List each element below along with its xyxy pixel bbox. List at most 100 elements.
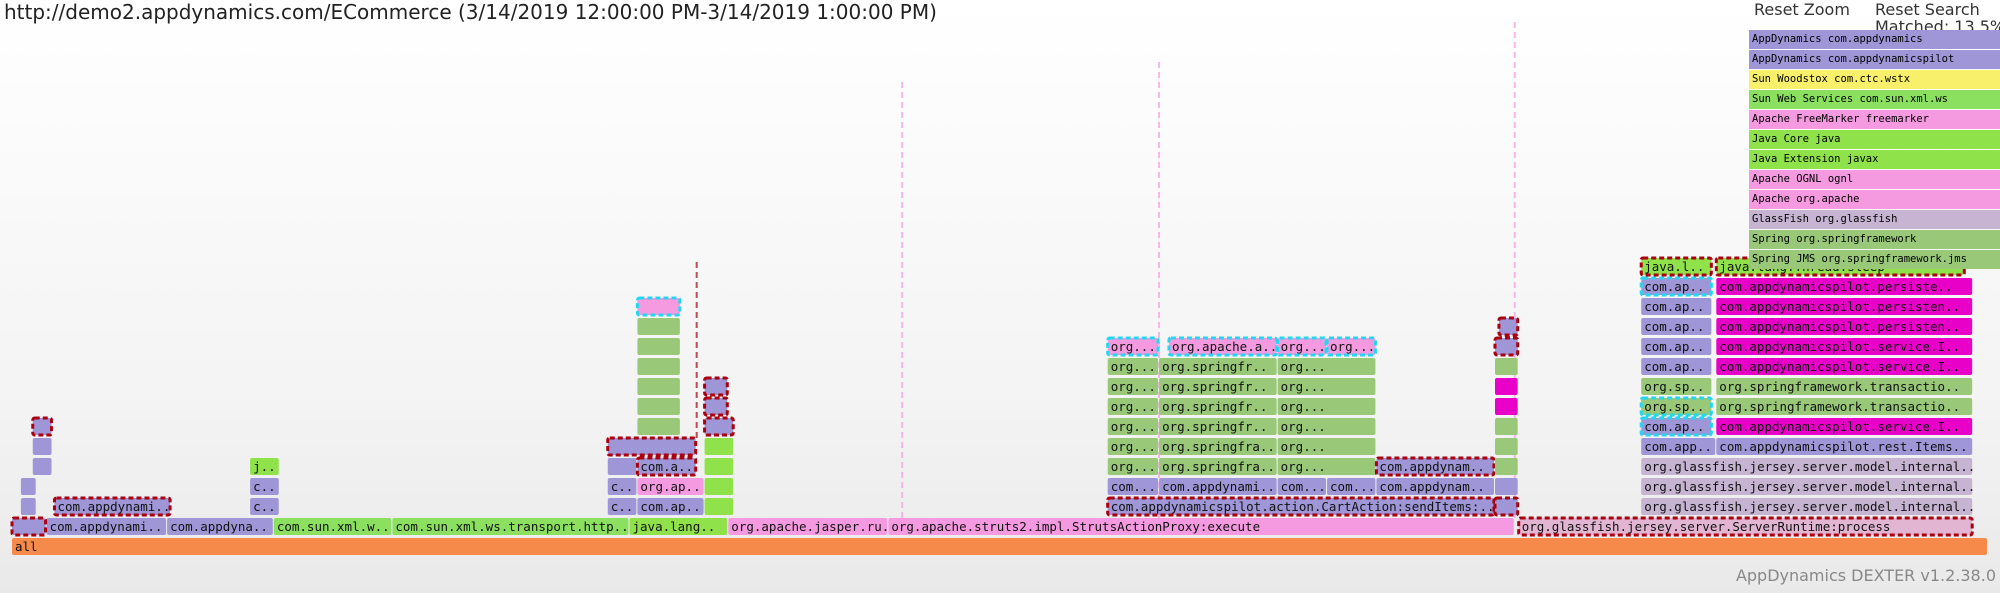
flame-frame[interactable]: com.ap..	[1641, 298, 1712, 315]
flame-frame[interactable]	[637, 358, 680, 375]
flame-frame-rect[interactable]	[1494, 378, 1518, 395]
flame-frame[interactable]: com.a..	[635, 456, 698, 477]
legend-item[interactable]: AppDynamics com.appdynamics	[1749, 30, 2000, 49]
flame-frame[interactable]: org.springfr..	[1159, 418, 1277, 435]
flame-frame-rect[interactable]	[703, 416, 735, 437]
flame-frame[interactable]: com.ap..	[637, 498, 704, 515]
flame-frame[interactable]	[32, 458, 52, 475]
flame-frame[interactable]	[20, 498, 36, 515]
flame-frame[interactable]: org.springfra..	[1159, 438, 1277, 455]
flame-frame[interactable]: com.ap..	[1639, 416, 1713, 437]
flame-frame[interactable]: org.springframework.transactio..	[1716, 398, 1973, 415]
flame-frame[interactable]: com.appdynami..	[52, 496, 172, 517]
flame-frame[interactable]	[1494, 378, 1518, 395]
flame-frame[interactable]: com.appdynamicspilot.service.I..	[1716, 338, 1973, 355]
flame-frame-rect[interactable]	[1493, 496, 1520, 517]
flame-frame-rect[interactable]	[635, 296, 682, 317]
flame-frame-rect[interactable]	[10, 516, 48, 537]
flame-frame[interactable]: org...	[1107, 378, 1159, 395]
flame-frame-rect[interactable]	[703, 376, 729, 397]
flame-frame-rect[interactable]	[32, 458, 52, 475]
flame-frame[interactable]	[1494, 398, 1518, 415]
flame-frame-rect[interactable]	[1493, 336, 1520, 357]
flame-frame-rect[interactable]	[20, 498, 36, 515]
flame-frame-rect[interactable]	[637, 378, 680, 395]
flame-frame[interactable]: com.appdynamicspilot.persiste..	[1716, 278, 1973, 295]
flame-frame[interactable]	[31, 416, 54, 437]
flame-frame[interactable]: com.appdynamicspilot.action.CartAction:s…	[1106, 496, 1496, 517]
flame-frame-rect[interactable]	[1494, 398, 1518, 415]
flame-frame[interactable]: org.springfr..	[1159, 378, 1277, 395]
flame-frame-rect[interactable]	[704, 478, 734, 495]
flame-frame[interactable]	[606, 436, 698, 457]
flame-frame[interactable]	[637, 398, 680, 415]
flame-frame[interactable]: org...	[1277, 398, 1376, 415]
flame-frame[interactable]	[703, 376, 729, 397]
flame-frame[interactable]: com.sun.xml.ws.transport.http..	[392, 518, 629, 535]
flame-frame[interactable]: com.ap..	[1639, 276, 1713, 297]
flame-frame[interactable]	[1493, 336, 1520, 357]
flame-frame[interactable]: org...	[1325, 336, 1377, 357]
flame-frame[interactable]: org.apache.jasper.ru..	[728, 518, 897, 535]
flame-frame[interactable]: com.appdynam..	[1374, 456, 1496, 477]
flame-frame[interactable]: org.apache.struts2.impl.StrutsActionProx…	[888, 518, 1514, 535]
flame-frame-rect[interactable]	[20, 478, 36, 495]
flame-frame-rect[interactable]	[704, 458, 734, 475]
flame-frame[interactable]: org.ap..	[637, 478, 704, 495]
flame-frame[interactable]: com.appdynami..	[46, 518, 167, 535]
legend-item[interactable]: Apache org.apache	[1749, 190, 2000, 209]
flame-frame[interactable]: c..	[250, 478, 279, 495]
flame-frame-rect[interactable]	[637, 318, 680, 335]
legend-item[interactable]: GlassFish org.glassfish	[1749, 210, 2000, 229]
flame-frame[interactable]: c..	[607, 478, 637, 495]
flame-frame[interactable]	[635, 296, 682, 317]
flame-frame-rect[interactable]	[606, 436, 698, 457]
flame-frame[interactable]: org.sp..	[1641, 378, 1712, 395]
flame-frame-rect[interactable]	[704, 498, 734, 515]
flame-frame[interactable]: org...	[1107, 358, 1159, 375]
legend-item[interactable]: Sun Web Services com.sun.xml.ws	[1749, 90, 2000, 109]
flame-frame[interactable]: c..	[607, 498, 637, 515]
flame-frame[interactable]	[1494, 358, 1518, 375]
flame-frame[interactable]: com.ap..	[1641, 338, 1712, 355]
flame-frame-rect[interactable]	[1497, 316, 1520, 337]
flame-frame[interactable]: all	[12, 538, 1987, 555]
flame-frame[interactable]: com...	[1277, 478, 1327, 495]
flame-frame[interactable]	[1494, 438, 1518, 455]
flame-frame-rect[interactable]	[703, 396, 729, 417]
flame-frame[interactable]: org...	[1277, 418, 1376, 435]
flame-frame[interactable]: com.ap..	[1641, 318, 1712, 335]
flame-frame[interactable]: org...	[1106, 336, 1160, 357]
flame-frame[interactable]	[703, 396, 729, 417]
flame-frame[interactable]: java.lang..	[629, 518, 728, 535]
flame-frame[interactable]: com.app..	[1641, 438, 1716, 455]
flame-frame[interactable]	[10, 516, 48, 537]
legend-item[interactable]: Spring org.springframework	[1749, 230, 2000, 249]
flame-frame[interactable]: org...	[1107, 458, 1159, 475]
legend-item[interactable]: Java Extension javax	[1749, 150, 2000, 169]
flame-frame[interactable]	[637, 338, 680, 355]
flame-frame-rect[interactable]	[31, 416, 54, 437]
flame-frame-rect[interactable]	[1494, 358, 1518, 375]
flame-frame-rect[interactable]	[607, 458, 637, 475]
flame-frame[interactable]: com.appdynamicspilot.rest.Items..	[1716, 438, 1973, 455]
flame-frame[interactable]: com...	[1327, 478, 1376, 495]
legend-item[interactable]: AppDynamics com.appdynamicspilot	[1749, 50, 2000, 69]
flame-frame[interactable]	[704, 498, 734, 515]
flame-frame-rect[interactable]	[1494, 438, 1518, 455]
legend-item[interactable]: Spring JMS org.springframework.jms	[1749, 250, 2000, 269]
flame-frame[interactable]: org.springframework.transactio..	[1716, 378, 1973, 395]
flame-frame-rect[interactable]	[704, 438, 734, 455]
flame-frame[interactable]	[1494, 418, 1518, 435]
flame-frame[interactable]: c..	[250, 498, 279, 515]
flame-frame-rect[interactable]	[637, 338, 680, 355]
flame-frame-rect[interactable]	[32, 438, 52, 455]
flame-frame[interactable]: java.l..	[1639, 256, 1713, 277]
flame-frame[interactable]: org...	[1107, 398, 1159, 415]
flame-frame-rect[interactable]	[637, 398, 680, 415]
legend-item[interactable]: Java Core java	[1749, 130, 2000, 149]
flame-frame[interactable]	[637, 418, 680, 435]
flame-frame[interactable]	[1494, 478, 1518, 495]
flame-frame-rect[interactable]	[637, 358, 680, 375]
flame-frame[interactable]	[1494, 458, 1518, 475]
